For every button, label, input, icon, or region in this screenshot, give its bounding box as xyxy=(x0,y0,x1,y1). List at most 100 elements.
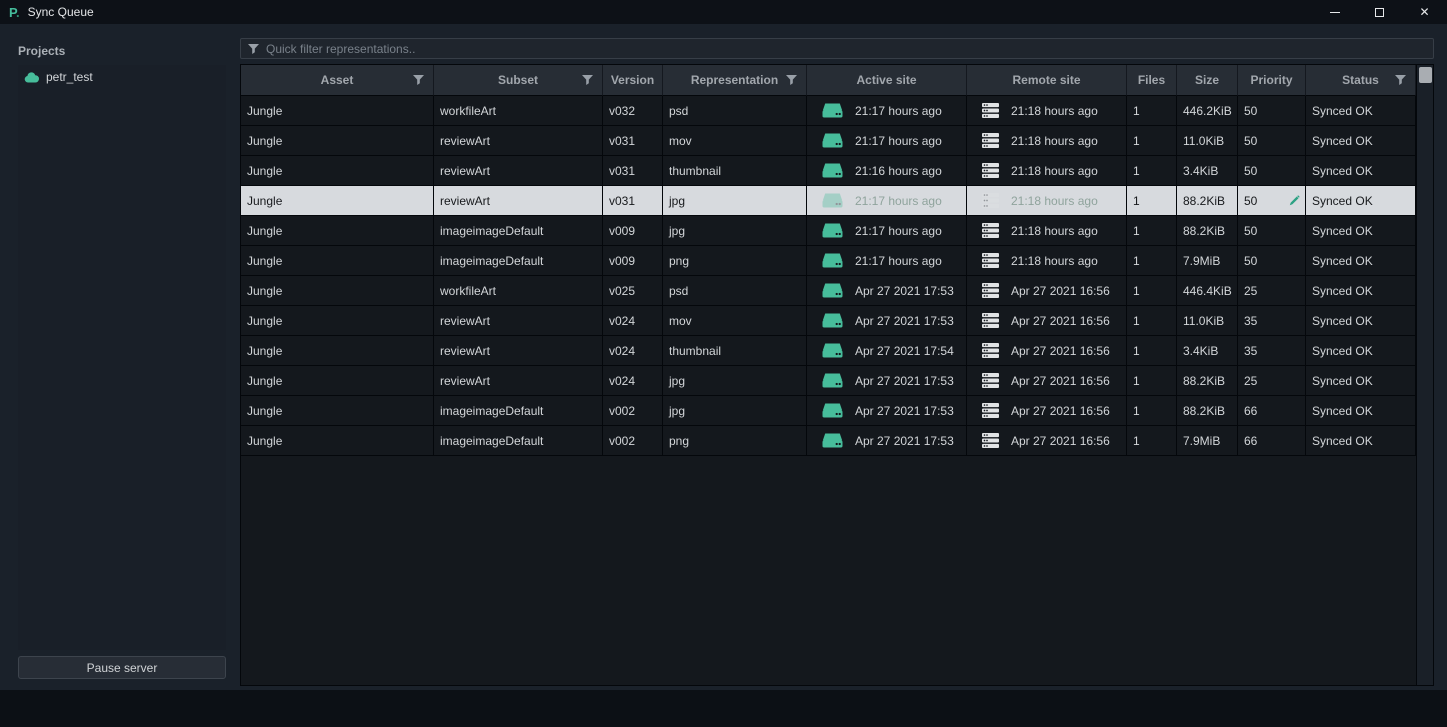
project-cloud-icon xyxy=(24,72,39,83)
column-header-subset[interactable]: Subset xyxy=(434,65,603,96)
table-row[interactable]: JungleworkfileArtv032psd21:17 hours ago2… xyxy=(241,96,1416,126)
site-timestamp: Apr 27 2021 17:53 xyxy=(855,434,954,448)
table-row[interactable]: JungleworkfileArtv025psdApr 27 2021 17:5… xyxy=(241,276,1416,306)
cell-active_site: Apr 27 2021 17:53 xyxy=(807,366,967,396)
column-header-active_site[interactable]: Active site xyxy=(807,65,967,96)
column-label: Priority xyxy=(1250,73,1292,87)
cell-version: v002 xyxy=(603,426,663,456)
cell-asset: Jungle xyxy=(241,246,434,276)
active-site-drive-icon xyxy=(822,163,843,178)
cell-status: Synced OK xyxy=(1306,306,1416,336)
table-row[interactable]: JunglereviewArtv031mov21:17 hours ago21:… xyxy=(241,126,1416,156)
cell-version: v009 xyxy=(603,216,663,246)
active-site-drive-icon xyxy=(822,103,843,118)
cell-status: Synced OK xyxy=(1306,276,1416,306)
column-header-priority[interactable]: Priority xyxy=(1238,65,1306,96)
cell-files: 1 xyxy=(1127,366,1177,396)
column-header-representation[interactable]: Representation xyxy=(663,65,807,96)
column-filter-icon[interactable] xyxy=(786,75,797,85)
site-timestamp: 21:18 hours ago xyxy=(1011,164,1098,178)
column-header-size[interactable]: Size xyxy=(1177,65,1238,96)
cell-priority: 35 xyxy=(1238,336,1306,366)
project-item[interactable]: petr_test xyxy=(18,65,226,89)
active-site-drive-icon xyxy=(822,253,843,268)
cell-active_site: 21:17 hours ago xyxy=(807,216,967,246)
project-list: petr_test xyxy=(18,65,226,650)
site-timestamp: Apr 27 2021 17:53 xyxy=(855,404,954,418)
cell-remote_site: Apr 27 2021 16:56 xyxy=(967,306,1127,336)
column-label: Version xyxy=(611,73,654,87)
remote-site-server-icon xyxy=(982,163,999,178)
cell-remote_site: Apr 27 2021 16:56 xyxy=(967,276,1127,306)
edit-priority-icon[interactable] xyxy=(1289,195,1300,206)
close-button[interactable]: ✕ xyxy=(1402,0,1447,24)
cell-remote_site: Apr 27 2021 16:56 xyxy=(967,336,1127,366)
quick-filter-input[interactable] xyxy=(266,42,1426,56)
column-filter-icon[interactable] xyxy=(413,75,424,85)
site-timestamp: 21:16 hours ago xyxy=(855,164,942,178)
cell-active_site: 21:17 hours ago xyxy=(807,186,967,216)
cell-size: 7.9MiB xyxy=(1177,426,1238,456)
site-timestamp: Apr 27 2021 17:53 xyxy=(855,284,954,298)
cell-asset: Jungle xyxy=(241,426,434,456)
cell-subset: imageimageDefault xyxy=(434,426,603,456)
cell-subset: reviewArt xyxy=(434,366,603,396)
scrollbar-thumb[interactable] xyxy=(1419,67,1432,83)
active-site-drive-icon xyxy=(822,193,843,208)
table-row[interactable]: JunglereviewArtv024jpgApr 27 2021 17:53A… xyxy=(241,366,1416,396)
table-row[interactable]: JunglereviewArtv031thumbnail21:16 hours … xyxy=(241,156,1416,186)
cell-asset: Jungle xyxy=(241,156,434,186)
column-header-remote_site[interactable]: Remote site xyxy=(967,65,1127,96)
cell-size: 446.2KiB xyxy=(1177,96,1238,126)
table-row[interactable]: JunglereviewArtv024movApr 27 2021 17:53A… xyxy=(241,306,1416,336)
cell-size: 88.2KiB xyxy=(1177,216,1238,246)
cell-subset: imageimageDefault xyxy=(434,216,603,246)
cell-remote_site: 21:18 hours ago xyxy=(967,186,1127,216)
cell-status: Synced OK xyxy=(1306,246,1416,276)
column-header-status[interactable]: Status xyxy=(1306,65,1416,96)
cell-priority: 50 xyxy=(1238,96,1306,126)
cell-subset: workfileArt xyxy=(434,96,603,126)
column-filter-icon[interactable] xyxy=(1395,75,1406,85)
column-label: Asset xyxy=(321,73,354,87)
cell-status: Synced OK xyxy=(1306,366,1416,396)
cell-version: v024 xyxy=(603,336,663,366)
site-timestamp: 21:18 hours ago xyxy=(1011,254,1098,268)
table-row[interactable]: JunglereviewArtv024thumbnailApr 27 2021 … xyxy=(241,336,1416,366)
table-row[interactable]: JunglereviewArtv031jpg21:17 hours ago21:… xyxy=(241,186,1416,216)
cell-size: 3.4KiB xyxy=(1177,336,1238,366)
pause-server-button[interactable]: Pause server xyxy=(18,656,226,679)
column-header-files[interactable]: Files xyxy=(1127,65,1177,96)
table-row[interactable]: JungleimageimageDefaultv009jpg21:17 hour… xyxy=(241,216,1416,246)
column-filter-icon[interactable] xyxy=(582,75,593,85)
cell-priority: 25 xyxy=(1238,366,1306,396)
cell-representation: mov xyxy=(663,126,807,156)
column-header-version[interactable]: Version xyxy=(603,65,663,96)
cell-remote_site: 21:18 hours ago xyxy=(967,126,1127,156)
cell-size: 11.0KiB xyxy=(1177,306,1238,336)
site-timestamp: 21:18 hours ago xyxy=(1011,194,1098,208)
maximize-button[interactable] xyxy=(1357,0,1402,24)
remote-site-server-icon xyxy=(982,223,999,238)
site-timestamp: 21:18 hours ago xyxy=(1011,224,1098,238)
table-row[interactable]: JungleimageimageDefaultv002pngApr 27 202… xyxy=(241,426,1416,456)
site-timestamp: 21:17 hours ago xyxy=(855,254,942,268)
table-row[interactable]: JungleimageimageDefaultv002jpgApr 27 202… xyxy=(241,396,1416,426)
vertical-scrollbar[interactable] xyxy=(1416,65,1433,685)
active-site-drive-icon xyxy=(822,283,843,298)
active-site-drive-icon xyxy=(822,313,843,328)
cell-asset: Jungle xyxy=(241,366,434,396)
cell-remote_site: 21:18 hours ago xyxy=(967,216,1127,246)
cell-remote_site: Apr 27 2021 16:56 xyxy=(967,396,1127,426)
cell-asset: Jungle xyxy=(241,306,434,336)
cell-size: 88.2KiB xyxy=(1177,396,1238,426)
site-timestamp: Apr 27 2021 16:56 xyxy=(1011,314,1110,328)
cell-remote_site: 21:18 hours ago xyxy=(967,96,1127,126)
site-timestamp: 21:17 hours ago xyxy=(855,104,942,118)
table-row[interactable]: JungleimageimageDefaultv009png21:17 hour… xyxy=(241,246,1416,276)
minimize-button[interactable] xyxy=(1312,0,1357,24)
column-header-asset[interactable]: Asset xyxy=(241,65,434,96)
cell-representation: jpg xyxy=(663,186,807,216)
cell-active_site: 21:16 hours ago xyxy=(807,156,967,186)
table-header: Asset Subset Version RepresentationActive s… xyxy=(241,65,1416,96)
